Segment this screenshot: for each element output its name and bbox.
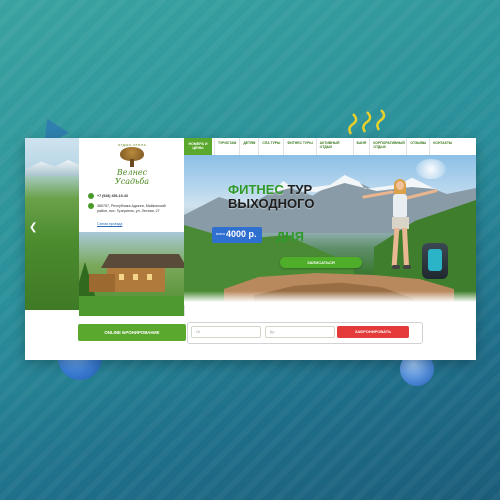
logo-name: Велнес Усадьба <box>114 168 150 186</box>
online-booking-label: ONLINE БРОНИРОВАНИЕ <box>78 324 186 341</box>
nav-item-corporate[interactable]: КОРПОРАТИВНЫЙ ОТДЫХ <box>369 138 406 155</box>
location-pin-icon <box>88 203 94 209</box>
headline-fitness: ФИТНЕС <box>228 182 284 197</box>
nav-item-spa[interactable]: СПА ТУРЫ <box>258 138 283 155</box>
tree-logo-icon <box>119 147 145 167</box>
phone-number[interactable]: +7 (928) 456-19-43 <box>88 193 128 199</box>
address-text: 385757, Республика Адыгея, Майкопский ра… <box>97 204 166 213</box>
nav-item-tourists[interactable]: ТУРИСТАМ <box>214 138 239 155</box>
nav-item-active-rest[interactable]: АКТИВНЫЙ ОТДЫХ <box>315 138 353 155</box>
headline-tour: ТУР <box>287 182 313 197</box>
nav-items: ТУРИСТАМ ДЕТЯМ СПА ТУРЫ ФИТНЕС ТУРЫ АКТИ… <box>214 138 455 155</box>
route-link[interactable]: Схема проезда <box>97 222 122 227</box>
decorative-squiggles <box>348 109 386 135</box>
guesthouse-photo <box>79 232 184 316</box>
nav-item-sauna[interactable]: БАНЯ <box>352 138 370 155</box>
hero-headline: ФИТНЕС ТУР ВЫХОДНОГО <box>228 183 368 211</box>
signup-button[interactable]: ЗАПИСАТЬСЯ <box>280 257 362 268</box>
hero-banner: ФИТНЕС ТУР ВЫХОДНОГО всего 4000 р. ДНЯ З… <box>184 155 476 305</box>
website-mockup: ❮ отдых-отель Велнес Усадьба +7 (928) 45… <box>25 138 476 360</box>
headline-day: ДНЯ <box>276 229 304 244</box>
booking-bar: ONLINE БРОНИРОВАНИЕ От До ЗАБРОНИРОВАТЬ <box>25 316 476 360</box>
mountain-snow <box>25 160 79 176</box>
book-button[interactable]: ЗАБРОНИРОВАТЬ <box>337 326 409 338</box>
date-from-field[interactable]: От <box>191 326 261 338</box>
main-nav: НОМЕРА И ЦЕНЫ ТУРИСТАМ ДЕТЯМ СПА ТУРЫ ФИ… <box>184 138 476 156</box>
logo[interactable]: отдых-отель Велнес Усадьба <box>99 142 165 186</box>
nav-item-fitness[interactable]: ФИТНЕС ТУРЫ <box>283 138 315 155</box>
price-badge: всего 4000 р. <box>212 227 262 243</box>
price-prefix: всего <box>216 232 225 236</box>
nav-rooms-prices[interactable]: НОМЕРА И ЦЕНЫ <box>184 138 212 155</box>
address: 385757, Республика Адыгея, Майкопский ра… <box>88 203 175 213</box>
sidebar: отдых-отель Велнес Усадьба +7 (928) 456-… <box>79 138 185 316</box>
nav-item-reviews[interactable]: ОТЗЫВЫ <box>406 138 429 155</box>
date-to-field[interactable]: До <box>265 326 335 338</box>
phone-icon <box>88 193 94 199</box>
cloud-fade <box>184 291 476 305</box>
left-photo-strip: ❮ <box>25 138 79 310</box>
headline-day-off: ВЫХОДНОГО <box>228 196 315 211</box>
prev-arrow-icon[interactable]: ❮ <box>29 222 37 233</box>
price-value: 4000 р. <box>226 229 257 239</box>
nav-item-contacts[interactable]: КОНТАКТЫ <box>429 138 455 155</box>
nav-item-kids[interactable]: ДЕТЯМ <box>239 138 258 155</box>
backpack <box>422 243 448 279</box>
phone-text: +7 (928) 456-19-43 <box>97 194 128 198</box>
